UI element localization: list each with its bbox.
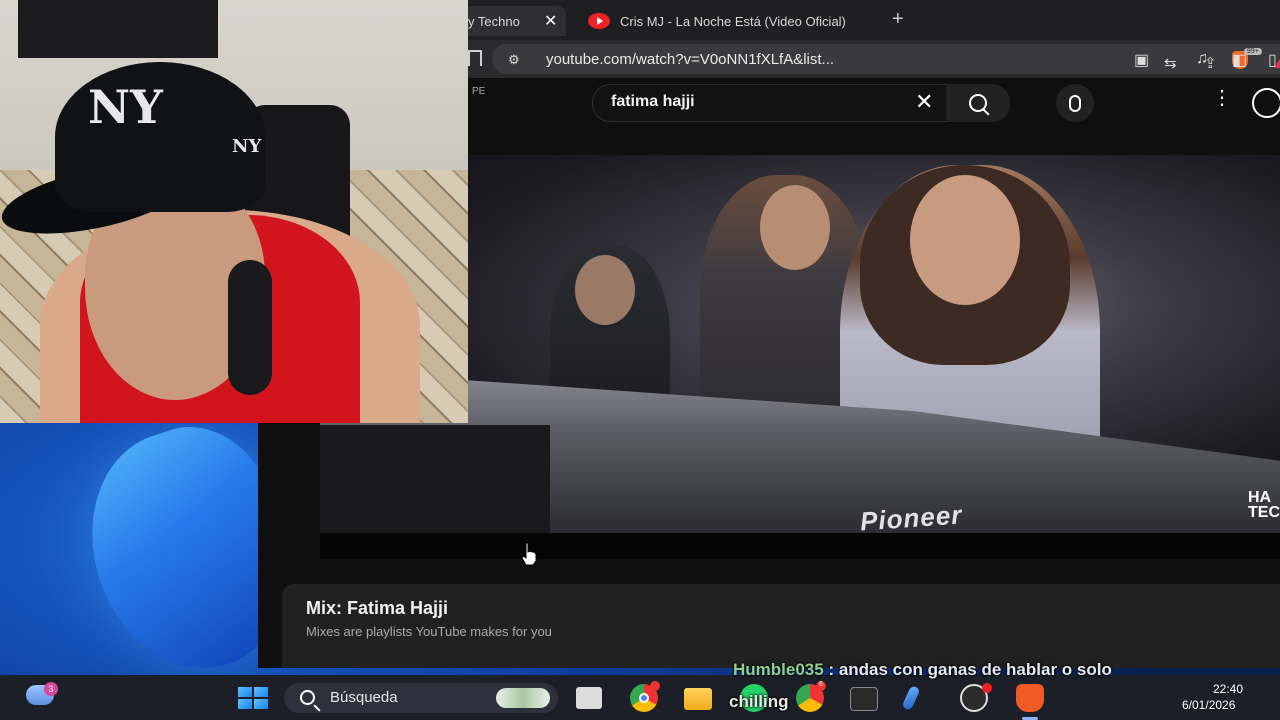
search-icon xyxy=(969,94,987,112)
chat-text-continued: chilling xyxy=(729,692,789,711)
extensions-icon[interactable]: ▯ xyxy=(1268,50,1277,70)
youtube-header: PE fatima hajji ✕ ⋮ xyxy=(468,78,1280,128)
search-query[interactable]: fatima hajji xyxy=(611,93,695,111)
tab-techno[interactable]: y Techno ✕ xyxy=(458,6,566,36)
voice-search-button[interactable] xyxy=(1056,84,1094,122)
headphones xyxy=(228,260,272,395)
video-watermark: HA TEC xyxy=(1248,489,1280,521)
media-icon[interactable]: ♫ xyxy=(1196,50,1208,68)
url-field[interactable]: ⚙ youtube.com/watch?v=V0oNN1fXLfA&list..… xyxy=(492,44,1280,74)
mix-title[interactable]: Mix: Fatima Hajji xyxy=(306,598,448,619)
webcam-wall-frame xyxy=(18,0,218,58)
weather-badge: 3 xyxy=(44,682,58,696)
ny-logo-side: NY xyxy=(232,136,262,157)
recording-indicator xyxy=(982,683,992,693)
brave-icon[interactable] xyxy=(1016,684,1044,712)
video-person-face xyxy=(760,185,830,270)
below-player: Mix: Fatima Hajji Mixes are playlists Yo… xyxy=(258,560,1280,668)
tab-title: Cris MJ - La Noche Está (Video Oficial) xyxy=(620,13,846,29)
search-highlight-art xyxy=(496,688,550,708)
clock-time[interactable]: 22:40 xyxy=(1213,682,1243,696)
tab-cris-mj[interactable]: Cris MJ - La Noche Está (Video Oficial) xyxy=(584,6,884,36)
file-explorer-icon[interactable] xyxy=(684,688,712,710)
tab-title: y Techno xyxy=(468,13,520,29)
video-person-face xyxy=(575,255,635,325)
youtube-favicon-icon xyxy=(588,13,610,29)
chat-message: Humble035 : andas con ganas de hablar o … xyxy=(733,660,1112,680)
youtube-search-input[interactable]: fatima hajji ✕ xyxy=(592,84,948,122)
site-info-icon[interactable]: ⚙ xyxy=(508,52,520,68)
chat-username: Humble035 xyxy=(733,660,824,679)
chrome-badge: 6 xyxy=(816,681,826,691)
bookmark-icon[interactable] xyxy=(468,50,482,66)
taskbar: 3 Búsqueda 6 22:40 6/01/2026 xyxy=(0,675,1280,720)
terminal-icon[interactable] xyxy=(850,687,878,711)
cast-icon[interactable]: ⇆ xyxy=(1164,54,1177,72)
ny-logo: NY xyxy=(88,80,163,134)
notification-badge xyxy=(650,681,660,691)
country-code: PE xyxy=(472,86,486,97)
sidebar-icon[interactable]: ◧ xyxy=(1232,50,1247,70)
account-icon[interactable] xyxy=(1252,88,1280,118)
mix-subtitle: Mixes are playlists YouTube makes for yo… xyxy=(306,624,552,639)
more-options-icon[interactable]: ⋮ xyxy=(1212,88,1232,108)
new-tab-button[interactable]: + xyxy=(892,8,904,31)
mix-playlist-card[interactable]: Mix: Fatima Hajji Mixes are playlists Yo… xyxy=(282,584,1280,668)
search-button[interactable] xyxy=(946,84,1010,122)
close-icon[interactable]: ✕ xyxy=(544,11,557,31)
clear-search-icon[interactable]: ✕ xyxy=(915,89,933,115)
webcam-overlay: NY NY xyxy=(0,0,468,423)
clock-date[interactable]: 6/01/2026 xyxy=(1182,698,1235,712)
search-icon xyxy=(300,690,315,705)
hand-cursor-icon xyxy=(521,542,537,566)
reader-mode-icon[interactable]: ▣ xyxy=(1134,50,1149,70)
pioneer-brand: Pioneer xyxy=(859,499,964,533)
task-view-icon[interactable] xyxy=(576,687,602,709)
url-text[interactable]: youtube.com/watch?v=V0oNN1fXLfA&list... xyxy=(546,51,834,68)
chat-text: : andas con ganas de hablar o solo xyxy=(828,660,1112,679)
taskbar-search-placeholder[interactable]: Búsqueda xyxy=(330,689,398,706)
start-button[interactable] xyxy=(238,687,268,709)
dj-cables xyxy=(320,425,550,533)
feather-icon[interactable] xyxy=(901,685,921,711)
taskbar-search-input[interactable]: Búsqueda xyxy=(284,683,558,713)
microphone-icon xyxy=(1069,94,1081,112)
video-dj-face xyxy=(910,175,1020,305)
